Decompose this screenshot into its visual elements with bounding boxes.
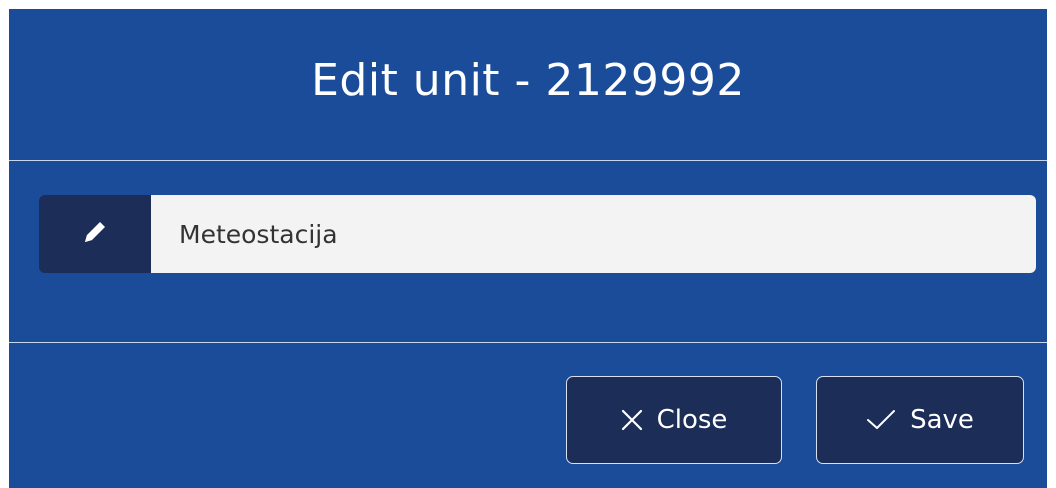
pencil-icon [81, 218, 109, 250]
close-button[interactable]: Close [566, 376, 782, 464]
modal-header: Edit unit - 2129992 [9, 9, 1047, 160]
input-addon [39, 195, 151, 273]
save-button[interactable]: Save [816, 376, 1024, 464]
close-button-label: Close [656, 405, 728, 435]
edit-unit-modal: Edit unit - 2129992 Close [9, 9, 1047, 488]
header-divider [9, 160, 1047, 161]
unit-name-input-group [39, 195, 1036, 273]
check-icon [866, 409, 896, 431]
save-button-label: Save [910, 405, 974, 435]
unit-name-input[interactable] [151, 195, 1036, 273]
page-background: Edit unit - 2129992 Close [0, 0, 1056, 488]
x-icon [621, 409, 643, 431]
modal-title: Edit unit - 2129992 [311, 55, 745, 106]
footer-divider [9, 342, 1047, 343]
